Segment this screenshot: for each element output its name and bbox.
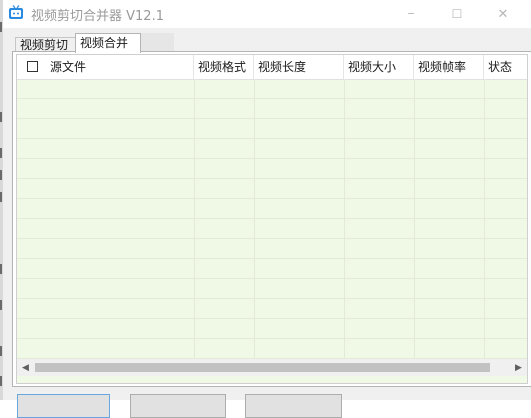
empty-row bbox=[17, 159, 527, 179]
empty-row bbox=[17, 79, 527, 99]
empty-row bbox=[17, 239, 527, 259]
arrow-right-icon[interactable]: ▶ bbox=[510, 359, 527, 376]
scrollbar-thumb[interactable] bbox=[35, 363, 490, 372]
bottom-button-3[interactable] bbox=[245, 394, 342, 418]
column-duration[interactable]: 视频长度 bbox=[254, 55, 344, 79]
empty-row bbox=[17, 199, 527, 219]
tab-label: 视频合并 bbox=[80, 36, 129, 50]
window-title: 视频剪切合并器 V12.1 bbox=[31, 9, 164, 24]
grid-line bbox=[194, 79, 195, 359]
tab-label: 视频剪切 bbox=[20, 38, 69, 52]
empty-row bbox=[17, 259, 527, 279]
column-frame-rate[interactable]: 视频帧率 bbox=[414, 55, 484, 79]
empty-row bbox=[17, 219, 527, 239]
column-size[interactable]: 视频大小 bbox=[344, 55, 414, 79]
column-label: 视频长度 bbox=[258, 60, 307, 74]
column-label: 视频帧率 bbox=[418, 60, 467, 74]
bottom-button-1[interactable] bbox=[17, 394, 110, 418]
close-icon: ✕ bbox=[497, 6, 509, 22]
tab-video-merge[interactable]: 视频合并 bbox=[75, 33, 141, 53]
grid-line bbox=[484, 79, 485, 359]
empty-row bbox=[17, 99, 527, 119]
tv-icon bbox=[9, 5, 23, 19]
close-button[interactable]: ✕ bbox=[480, 0, 526, 28]
window-client-area: 视频剪切 视频合并 源文件 视频格式 视频长度 视频大小 视频帧率 状态 ◀ ▶ bbox=[3, 28, 531, 400]
empty-row bbox=[17, 139, 527, 159]
maximize-button[interactable]: ☐ bbox=[434, 0, 480, 28]
column-label: 视频格式 bbox=[198, 60, 247, 74]
column-label: 状态 bbox=[488, 60, 513, 74]
column-format[interactable]: 视频格式 bbox=[194, 55, 254, 79]
column-label: 源文件 bbox=[50, 60, 87, 74]
merge-tab-page: 源文件 视频格式 视频长度 视频大小 视频帧率 状态 ◀ ▶ bbox=[12, 51, 531, 387]
minimize-button[interactable]: ─ bbox=[388, 0, 434, 28]
empty-row bbox=[17, 279, 527, 299]
maximize-icon: ☐ bbox=[451, 7, 463, 21]
empty-row bbox=[17, 339, 527, 359]
grid-line bbox=[254, 79, 255, 359]
empty-row bbox=[17, 319, 527, 339]
horizontal-scrollbar[interactable]: ◀ ▶ bbox=[17, 359, 527, 376]
grid-line bbox=[414, 79, 415, 359]
list-rows bbox=[17, 79, 527, 359]
arrow-left-icon[interactable]: ◀ bbox=[17, 359, 34, 376]
bottom-button-2[interactable] bbox=[130, 394, 226, 418]
empty-row bbox=[17, 299, 527, 319]
column-label: 视频大小 bbox=[348, 60, 397, 74]
title-bar[interactable]: 视频剪切合并器 V12.1 ─ ☐ ✕ bbox=[3, 0, 531, 28]
minimize-icon: ─ bbox=[407, 8, 415, 20]
empty-row bbox=[17, 179, 527, 199]
select-all-checkbox[interactable] bbox=[27, 61, 38, 72]
column-status[interactable]: 状态 bbox=[484, 55, 527, 79]
list-header: 源文件 视频格式 视频长度 视频大小 视频帧率 状态 bbox=[17, 55, 527, 80]
grid-line bbox=[344, 79, 345, 359]
empty-row bbox=[17, 119, 527, 139]
column-source-file[interactable]: 源文件 bbox=[17, 55, 194, 79]
file-list[interactable]: 源文件 视频格式 视频长度 视频大小 视频帧率 状态 ◀ ▶ bbox=[16, 54, 528, 384]
